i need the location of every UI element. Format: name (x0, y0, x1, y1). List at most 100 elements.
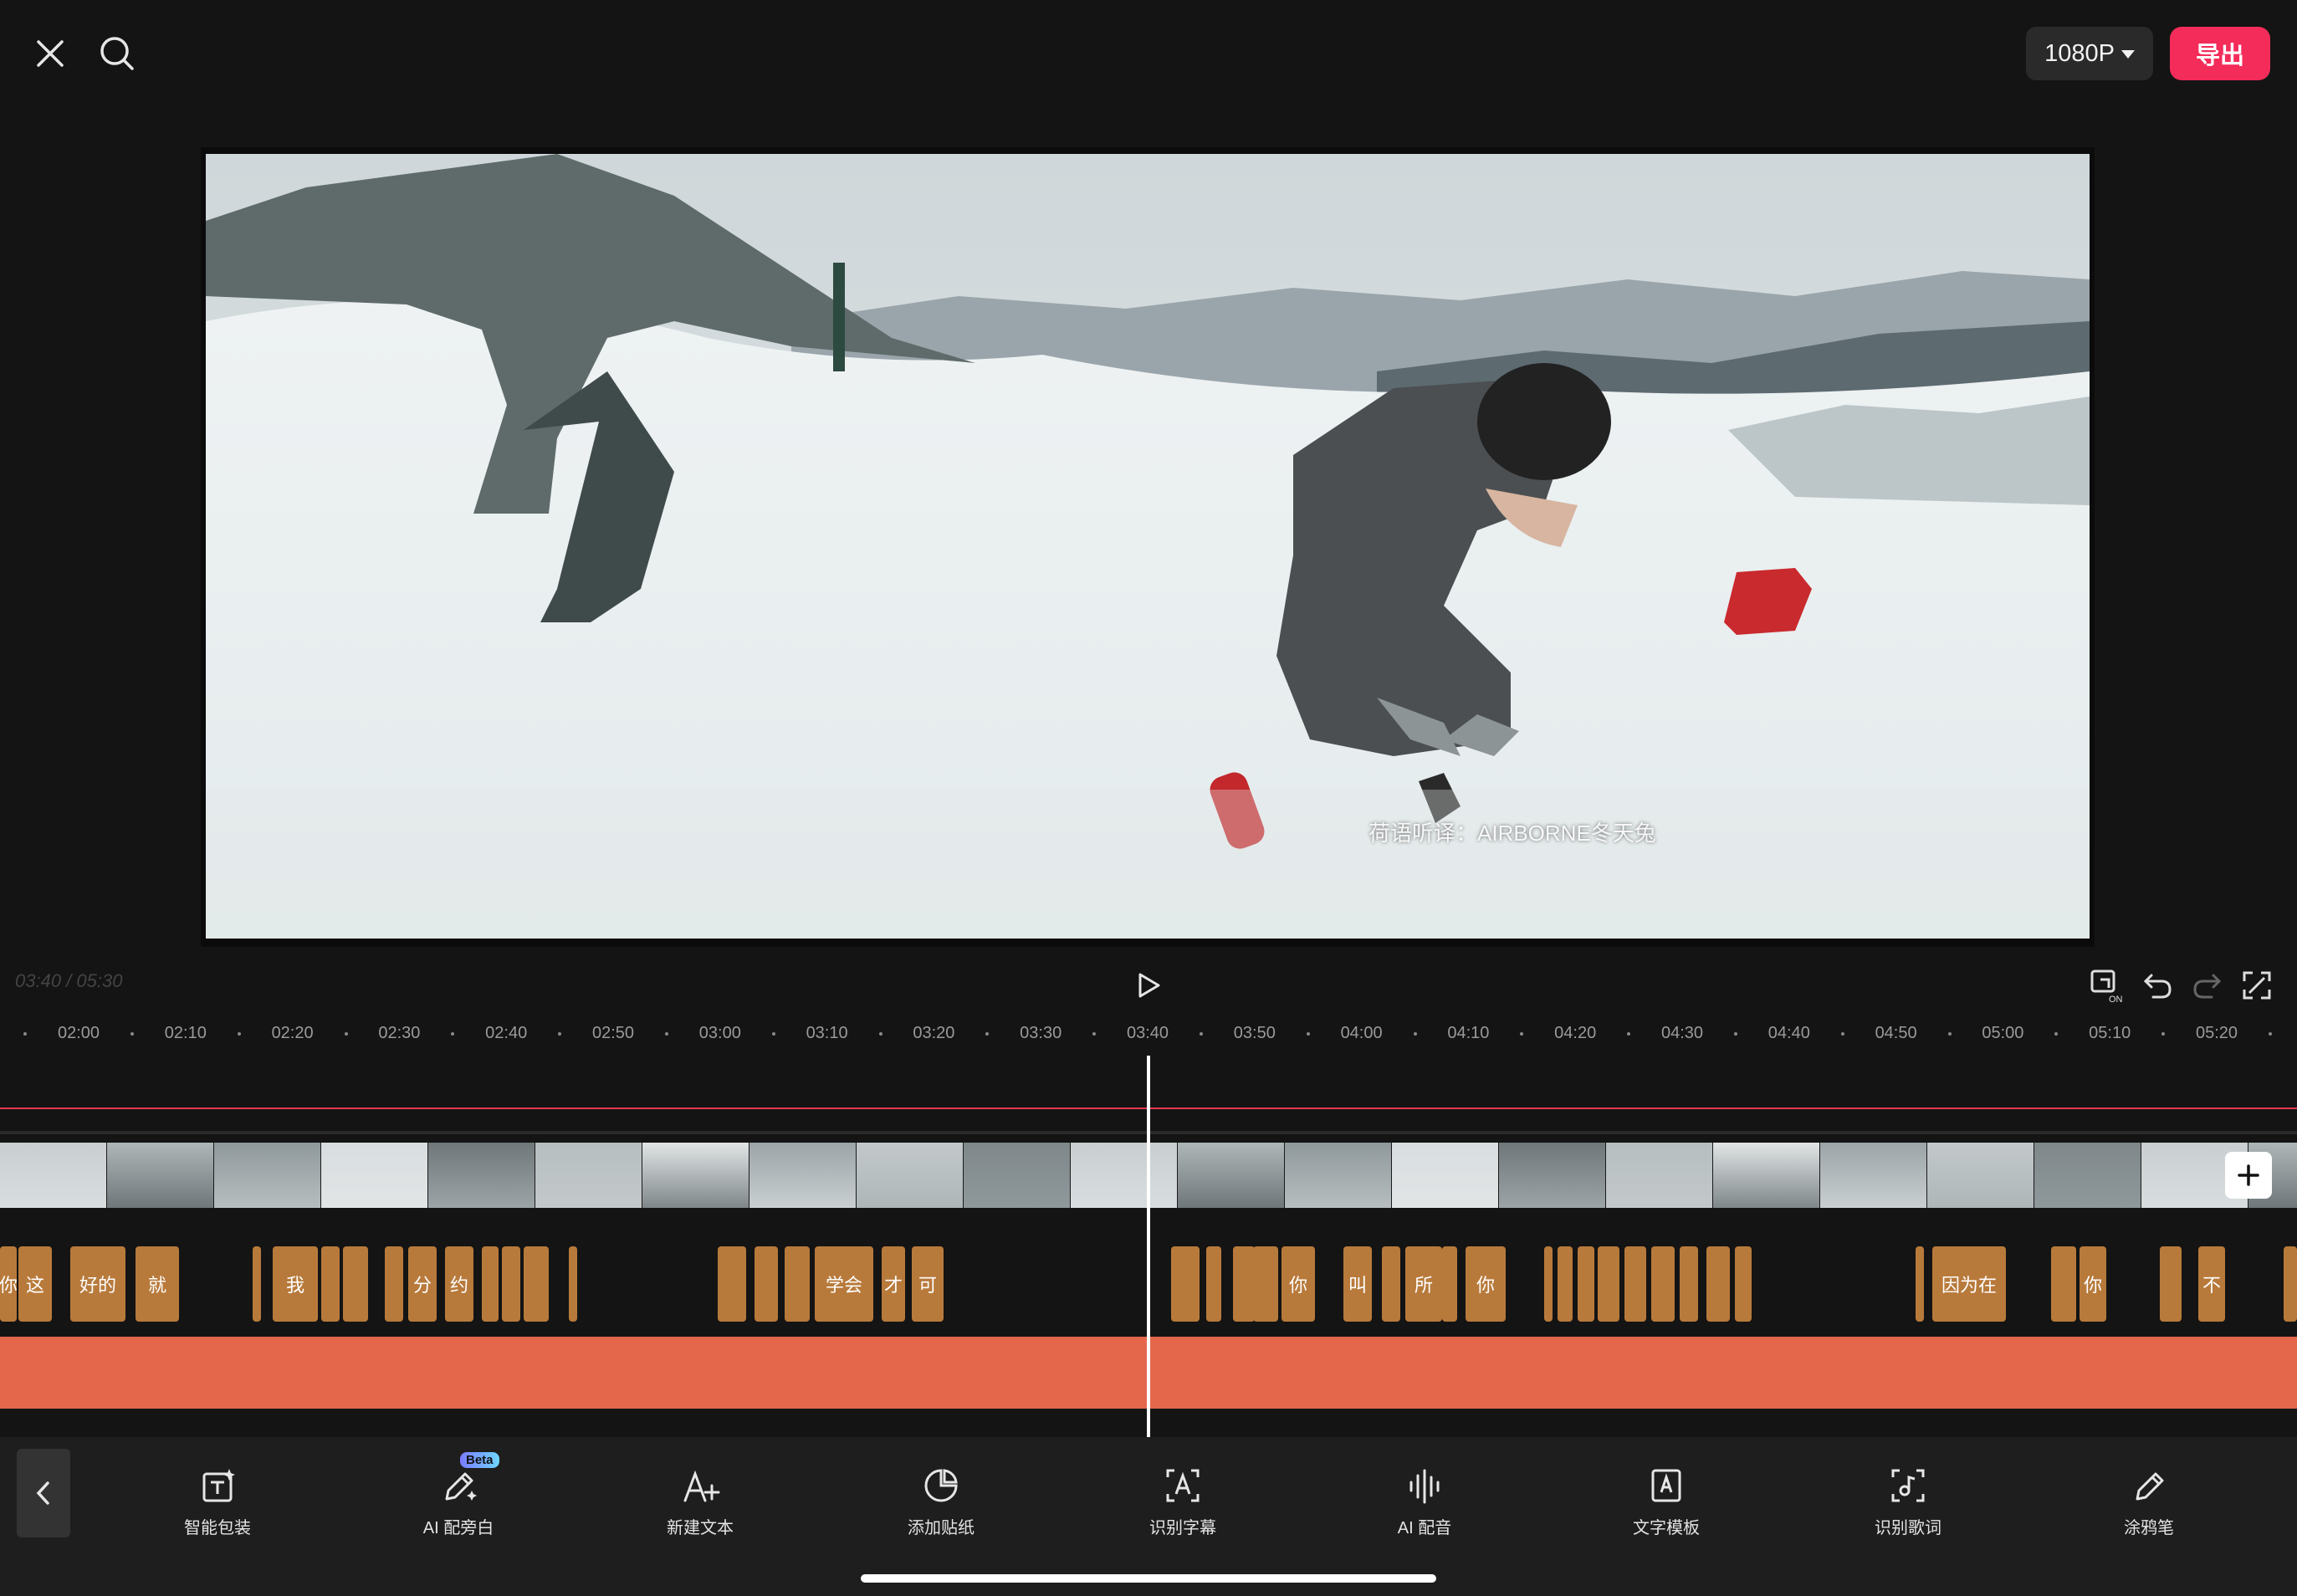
subtitle-clip[interactable] (385, 1246, 403, 1322)
video-thumbnail (964, 1143, 1071, 1208)
add-clip-button[interactable] (2225, 1152, 2272, 1199)
video-preview[interactable] (206, 154, 2090, 939)
subtitle-clip[interactable]: 学会 (815, 1246, 873, 1322)
subtitle-clip[interactable]: 就 (136, 1246, 179, 1322)
subtitle-clip[interactable]: 叫 (1343, 1246, 1372, 1322)
playhead[interactable] (1147, 1056, 1150, 1437)
tool-sticker[interactable]: 添加贴纸 (857, 1464, 1025, 1538)
undo-button[interactable] (2136, 964, 2180, 1007)
search-button[interactable] (92, 28, 142, 79)
redo-icon (2193, 974, 2222, 999)
preview-toggle-button[interactable]: ON (2086, 964, 2130, 1007)
search-icon (100, 37, 134, 70)
subtitle-clip[interactable] (2160, 1246, 2182, 1322)
subtitle-clip[interactable] (502, 1246, 520, 1322)
subtitle-clip[interactable] (482, 1246, 499, 1322)
subtitle-clip[interactable]: 约 (445, 1246, 473, 1322)
subtitle-clip[interactable]: 所 (1405, 1246, 1442, 1322)
subtitle-clip[interactable]: 因为在 (1932, 1246, 2006, 1322)
timeline-ruler[interactable]: 02:00 02:10 02:20 02:30 02:40 02:50 03:00 03:10… (0, 1019, 2297, 1049)
ruler-tick-dot (237, 1032, 241, 1036)
ruler-tick-dot (1306, 1032, 1310, 1036)
video-thumbnail (107, 1143, 214, 1208)
ruler-tick-label: 03:50 (1233, 1024, 1276, 1042)
ruler-tick-dot (771, 1032, 775, 1036)
resolution-dropdown[interactable]: 1080P (2026, 27, 2153, 80)
tool-recognize-lyrics[interactable]: 识别歌词 (1824, 1464, 1992, 1538)
export-button[interactable]: 导出 (2170, 27, 2270, 80)
close-icon (37, 40, 64, 67)
ruler-tick-label: 04:20 (1554, 1024, 1597, 1042)
tool-ai-narration[interactable]: Beta AI 配旁白 (375, 1452, 542, 1538)
subtitle-clip[interactable]: 你 (1466, 1246, 1506, 1322)
subtitle-clip[interactable]: 我 (273, 1246, 318, 1322)
redo-button[interactable] (2185, 964, 2228, 1007)
subtitle-clip[interactable] (1706, 1246, 1730, 1322)
subtitle-clip[interactable] (1624, 1246, 1646, 1322)
tool-doodle-pen[interactable]: 涂鸦笔 (2065, 1464, 2233, 1538)
recognize-subtitle-icon (1161, 1464, 1205, 1507)
tool-smart-package[interactable]: 智能包装 (134, 1464, 301, 1538)
subtitle-clip[interactable] (1598, 1246, 1619, 1322)
subtitle-clip[interactable] (1382, 1246, 1400, 1322)
ai-narration-icon: Beta (437, 1452, 499, 1507)
subtitle-clip[interactable]: 你 (1282, 1246, 1315, 1322)
subtitle-clip[interactable] (343, 1246, 368, 1322)
subtitle-clip[interactable] (1735, 1246, 1752, 1322)
resolution-value: 1080P (2044, 39, 2115, 67)
subtitle-clip[interactable] (2284, 1246, 2297, 1322)
subtitle-clip[interactable]: 这 (18, 1246, 52, 1322)
new-text-icon (678, 1464, 722, 1507)
back-button[interactable] (17, 1449, 70, 1537)
tool-text-template[interactable]: 文字模板 (1583, 1464, 1750, 1538)
subtitle-clip[interactable]: 分 (408, 1246, 437, 1322)
subtitle-clip[interactable] (1578, 1246, 1594, 1322)
subtitle-clip[interactable]: 不 (2198, 1246, 2225, 1322)
subtitle-clip[interactable] (2051, 1246, 2076, 1322)
subtitle-clip[interactable] (1916, 1246, 1924, 1322)
video-thumbnail (428, 1143, 535, 1208)
ruler-tick-label: 02:30 (378, 1024, 421, 1042)
close-button[interactable] (25, 28, 75, 79)
tool-label: 识别歌词 (1875, 1519, 1941, 1537)
subtitle-clip[interactable] (321, 1246, 340, 1322)
subtitle-clip[interactable] (1171, 1246, 1200, 1322)
ruler-tick-dot (2161, 1032, 2166, 1036)
fullscreen-button[interactable] (2235, 964, 2279, 1007)
tool-ai-dubbing[interactable]: AI 配音 (1341, 1464, 1508, 1538)
tool-new-text[interactable]: 新建文本 (616, 1464, 784, 1538)
subtitle-clip[interactable] (718, 1246, 746, 1322)
video-thumbnail (1606, 1143, 1713, 1208)
play-button[interactable] (1125, 962, 1172, 1009)
subtitle-clip[interactable] (785, 1246, 810, 1322)
subtitle-clip[interactable] (253, 1246, 261, 1322)
ruler-tick-dot (1947, 1032, 1952, 1036)
ruler-tick-dot (1413, 1032, 1417, 1036)
subtitle-clip[interactable] (1442, 1246, 1457, 1322)
ruler-tick-label: 03:40 (1126, 1024, 1169, 1042)
subtitle-clip[interactable]: 好的 (70, 1246, 125, 1322)
ruler-tick-label: 05:00 (1982, 1024, 2024, 1042)
beta-badge: Beta (460, 1452, 499, 1468)
tool-recognize-subtitle[interactable]: 识别字幕 (1099, 1464, 1266, 1538)
subtitle-clip[interactable] (524, 1246, 549, 1322)
subtitle-clip[interactable] (1558, 1246, 1573, 1322)
subtitle-clip[interactable] (755, 1246, 778, 1322)
subtitle-clip[interactable] (1233, 1246, 1255, 1322)
subtitle-clip[interactable]: 你 (0, 1246, 17, 1322)
ruler-tick-dot (1733, 1032, 1737, 1036)
subtitle-clip[interactable]: 可 (912, 1246, 944, 1322)
doodle-pen-icon (2127, 1464, 2171, 1507)
ruler-tick-dot (1840, 1032, 1844, 1036)
ruler-tick-label: 03:30 (1020, 1024, 1062, 1042)
subtitle-clip[interactable] (1206, 1246, 1221, 1322)
subtitle-clip[interactable]: 才 (882, 1246, 905, 1322)
subtitle-clip[interactable] (1651, 1246, 1675, 1322)
ruler-tick-label: 03:10 (806, 1024, 848, 1042)
subtitle-clip[interactable] (1680, 1246, 1698, 1322)
subtitle-clip[interactable]: 你 (2080, 1246, 2106, 1322)
subtitle-clip[interactable] (1253, 1246, 1278, 1322)
subtitle-clip[interactable] (569, 1246, 577, 1322)
subtitle-clip[interactable] (1544, 1246, 1553, 1322)
ruler-tick-dot (1520, 1032, 1524, 1036)
